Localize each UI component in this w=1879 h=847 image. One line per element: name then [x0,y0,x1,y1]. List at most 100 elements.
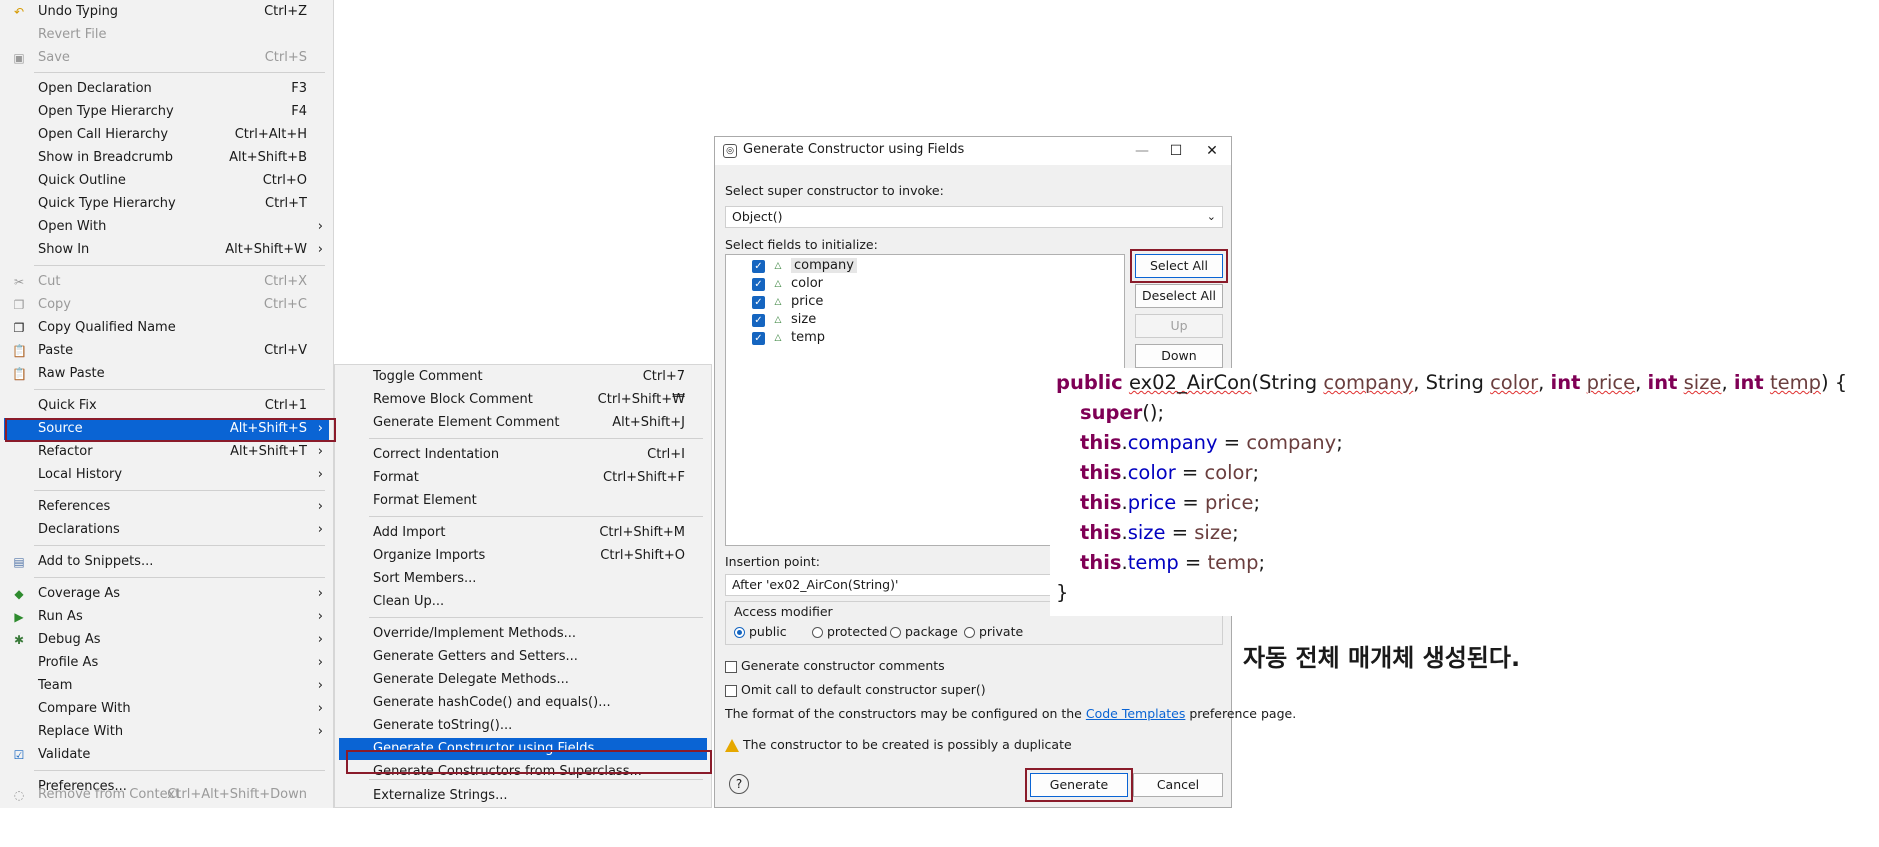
menu-item-override-implement-methods[interactable]: Override/Implement Methods... [339,623,707,645]
menu-item-refactor[interactable]: Refactor Alt+Shift+T › [4,441,329,463]
checkbox-checked-icon[interactable]: ✓ [752,277,765,291]
checkbox-icon[interactable] [725,660,737,673]
menu-item-add-to-snippets[interactable]: ▤ Add to Snippets... [4,551,329,573]
menu-item-copy[interactable]: ❐ Copy Ctrl+C [4,294,329,316]
access-protected-option[interactable]: protected [812,624,887,639]
field-row-company[interactable]: ✓ △ company [752,257,857,275]
menu-item-show-in[interactable]: Show In Alt+Shift+W › [4,239,329,261]
menu-item-label: Validate [38,747,91,762]
maximize-icon[interactable]: ☐ [1161,140,1191,162]
menu-item-label: Raw Paste [38,366,105,381]
menu-item-profile-as[interactable]: Profile As › [4,652,329,674]
code-templates-link[interactable]: Code Templates [1086,706,1186,721]
radio-icon[interactable] [964,627,975,638]
caption-text: 자동 전체 매개체 생성된다. [1243,644,1521,672]
cancel-button[interactable]: Cancel [1133,773,1223,797]
help-icon[interactable]: ? [729,774,749,794]
menu-item-compare-with[interactable]: Compare With › [4,698,329,720]
generate-button[interactable]: Generate [1030,773,1128,797]
menu-item-undo-typing[interactable]: ↶ Undo Typing Ctrl+Z [4,1,329,23]
super-constructor-label: Select super constructor to invoke: [725,183,944,198]
menu-item-remove-block-comment[interactable]: Remove Block Comment Ctrl+Shift+₩ [339,389,707,411]
menu-item-add-import[interactable]: Add Import Ctrl+Shift+M [339,522,707,544]
menu-item-quick-outline[interactable]: Quick Outline Ctrl+O [4,170,329,192]
super-constructor-select[interactable]: Object() ⌄ [725,206,1223,228]
menu-item-declarations[interactable]: Declarations › [4,519,329,541]
menu-item-quick-fix[interactable]: Quick Fix Ctrl+1 [4,395,329,417]
checkbox-icon[interactable] [725,684,737,697]
checkbox-checked-icon[interactable]: ✓ [752,295,765,309]
menu-item-local-history[interactable]: Local History › [4,464,329,486]
menu-item-validate[interactable]: ☑ Validate [4,744,329,766]
menu-item-open-with[interactable]: Open With › [4,216,329,238]
field-row-color[interactable]: ✓ △ color [752,275,823,293]
menu-item-organize-imports[interactable]: Organize Imports Ctrl+Shift+O [339,545,707,567]
menu-item-coverage-as[interactable]: ◆ Coverage As › [4,583,329,605]
menu-item-revert-file[interactable]: Revert File [4,24,329,46]
menu-item-toggle-comment[interactable]: Toggle Comment Ctrl+7 [339,366,707,388]
dialog-title: Generate Constructor using Fields [743,142,965,157]
menu-item-label: Run As [38,609,83,624]
access-package-option[interactable]: package [890,624,958,639]
menu-item-label: Quick Fix [38,398,97,413]
down-button[interactable]: Down [1135,344,1223,368]
up-button[interactable]: Up [1135,314,1223,338]
menu-item-generate-delegate-methods[interactable]: Generate Delegate Methods... [339,669,707,691]
generate-comments-option[interactable]: Generate constructor comments [725,658,945,673]
menu-item-open-call-hierarchy[interactable]: Open Call Hierarchy Ctrl+Alt+H [4,124,329,146]
menu-item-show-in-breadcrumb[interactable]: Show in Breadcrumb Alt+Shift+B [4,147,329,169]
menu-item-externalize-strings[interactable]: Externalize Strings... [339,785,707,807]
access-public-option[interactable]: public [734,624,787,639]
menu1-separator [34,72,325,73]
menu-item-save[interactable]: ▣ Save Ctrl+S [4,47,329,69]
field-row-price[interactable]: ✓ △ price [752,293,823,311]
menu-item-remove-from-context[interactable]: ◌ Remove from Context Ctrl+Alt+Shift+Down [4,784,329,806]
field-icon: △ [774,297,782,307]
deselect-all-button[interactable]: Deselect All [1135,284,1223,308]
menu-item-source[interactable]: Source Alt+Shift+S › [4,418,329,440]
menu-item-generate-tostring[interactable]: Generate toString()... [339,715,707,737]
menu-item-sort-members[interactable]: Sort Members... [339,568,707,590]
checkbox-checked-icon[interactable]: ✓ [752,259,765,273]
menu-item-label: Revert File [38,27,107,42]
checkbox-checked-icon[interactable]: ✓ [752,331,765,345]
menu-item-replace-with[interactable]: Replace With › [4,721,329,743]
menu-item-format[interactable]: Format Ctrl+Shift+F [339,467,707,489]
menu-item-generate-constructor-using-fields[interactable]: Generate Constructor using Fields... [339,738,707,760]
menu-item-debug-as[interactable]: ✱ Debug As › [4,629,329,651]
close-icon[interactable]: ✕ [1197,140,1227,162]
menu-item-label: References [38,499,111,514]
field-row-temp[interactable]: ✓ △ temp [752,329,825,347]
menu-item-generate-element-comment[interactable]: Generate Element Comment Alt+Shift+J [339,412,707,434]
menu1-separator [34,577,325,578]
radio-icon[interactable] [812,627,823,638]
select-all-button[interactable]: Select All [1135,254,1223,278]
checkbox-checked-icon[interactable]: ✓ [752,313,765,327]
field-row-size[interactable]: ✓ △ size [752,311,816,329]
access-private-option[interactable]: private [964,624,1023,639]
radio-icon[interactable] [890,627,901,638]
menu-item-format-element[interactable]: Format Element [339,490,707,512]
minimize-icon[interactable]: — [1127,140,1157,162]
menu-item-generate-getters-and-setters[interactable]: Generate Getters and Setters... [339,646,707,668]
menu-item-cut[interactable]: ✂ Cut Ctrl+X [4,271,329,293]
code-line-color: this.color = color; [1080,461,1260,484]
menu-item-copy-qualified-name[interactable]: ❐ Copy Qualified Name [4,317,329,339]
menu-item-generate-hashcode-and-equals[interactable]: Generate hashCode() and equals()... [339,692,707,714]
menu-item-run-as[interactable]: ▶ Run As › [4,606,329,628]
menu-item-open-type-hierarchy[interactable]: Open Type Hierarchy F4 [4,101,329,123]
debug-icon: ✱ [13,633,25,647]
copy-qualified-icon: ❐ [13,321,25,335]
menu-item-open-declaration[interactable]: Open Declaration F3 [4,78,329,100]
menu-item-raw-paste[interactable]: 📋 Raw Paste [4,363,329,385]
menu-item-paste[interactable]: 📋 Paste Ctrl+V [4,340,329,362]
menu-item-clean-up[interactable]: Clean Up... [339,591,707,613]
omit-super-option[interactable]: Omit call to default constructor super() [725,682,986,697]
menu-item-references[interactable]: References › [4,496,329,518]
menu-item-team[interactable]: Team › [4,675,329,697]
menu-item-correct-indentation[interactable]: Correct Indentation Ctrl+I [339,444,707,466]
menu-item-quick-type-hierarchy[interactable]: Quick Type Hierarchy Ctrl+T [4,193,329,215]
menu-item-shortcut: Ctrl+O [262,173,307,188]
radio-selected-icon[interactable] [734,627,745,638]
snippets-icon: ▤ [13,555,25,569]
